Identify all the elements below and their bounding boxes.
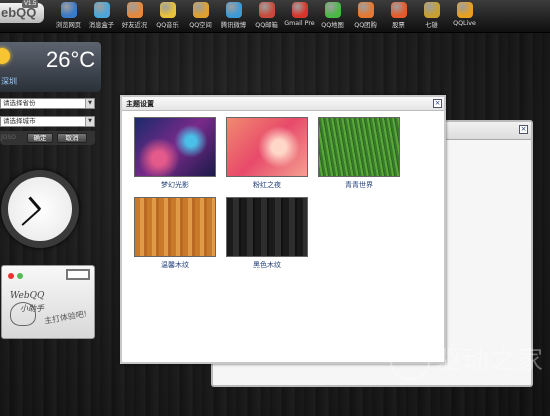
memo-text-slogan: 主打体验吧! (43, 309, 88, 326)
green-grass-thumbnail[interactable] (318, 117, 400, 177)
version-badge: V1.5 (22, 0, 39, 8)
close-icon[interactable]: × (519, 125, 528, 134)
temperature: 26°C (46, 47, 96, 72)
clock-widget (1, 170, 79, 248)
taskbar-app-label: QQ音乐 (156, 22, 179, 29)
taskbar-app-label: QQ团购 (354, 22, 377, 29)
chevron-down-icon[interactable]: ▼ (85, 117, 94, 126)
gmail-icon (291, 2, 308, 18)
theme-option-4[interactable]: 黑色木纹 (226, 197, 308, 270)
watermark-logo-icon (390, 344, 430, 380)
location-buttons: JOSO 确定 取消 (0, 131, 95, 145)
taskbar-app-7[interactable]: Gmail Pre (283, 0, 316, 33)
taskbar-app-11[interactable]: 七雄 (415, 0, 448, 33)
play-icon (456, 2, 473, 18)
taskbar-app-label: 浏览网页 (55, 22, 82, 29)
webqq-logo[interactable]: ebQQ V1.5 (0, 0, 44, 23)
music-icon (159, 2, 176, 18)
taskbar-app-label: QQ邮箱 (255, 22, 278, 29)
warm-wood-thumbnail[interactable] (134, 197, 216, 257)
memo-text-sub: 小助手 (20, 304, 44, 313)
taskbar-app-label: 七雄 (425, 22, 438, 29)
taskbar-app-0[interactable]: 浏览网页 (52, 0, 85, 33)
theme-label[interactable]: 黑色木纹 (226, 260, 308, 270)
dreamy-light-thumbnail[interactable] (134, 117, 216, 177)
minute-hand (21, 208, 41, 226)
theme-option-3[interactable]: 温馨木纹 (134, 197, 216, 270)
memo-text-title: WebQQ (10, 291, 45, 301)
taskbar-app-label: Gmail Pre (284, 20, 315, 27)
group-buy-icon (357, 2, 374, 18)
taskbar-app-12[interactable]: QQLive (448, 0, 481, 33)
cancel-button[interactable]: 取消 (57, 133, 87, 143)
app-launcher: 浏览网页 消息盒子 好友近况 QQ音乐 QQ空间 腾讯微博 QQ邮箱 Gmail Pre QQ地… (52, 0, 481, 33)
dialog-title[interactable]: 主题设置 (122, 97, 444, 111)
taskbar-app-1[interactable]: 消息盒子 (85, 0, 118, 33)
game-icon (423, 2, 440, 18)
star-icon (192, 2, 209, 18)
taskbar-app-2[interactable]: 好友近况 (118, 0, 151, 33)
taskbar-app-label: QQ地图 (321, 22, 344, 29)
weather-widget: 26°C 深圳 (0, 42, 101, 92)
theme-settings-dialog: 主题设置 × 梦幻光影 粉红之夜 青青世界温馨木纹 黑色木纹 (120, 95, 446, 364)
taskbar-app-5[interactable]: 腾讯微博 (217, 0, 250, 33)
confirm-button[interactable]: 确定 (27, 133, 53, 143)
taskbar-app-4[interactable]: QQ空间 (184, 0, 217, 33)
theme-option-0[interactable]: 梦幻光影 (134, 117, 216, 190)
taskbar-app-3[interactable]: QQ音乐 (151, 0, 184, 33)
weibo-icon (225, 2, 242, 18)
taskbar-app-label: QQLive (453, 20, 476, 27)
taskbar-app-label: QQ空间 (189, 22, 212, 29)
taskbar-app-label: 腾讯微博 (220, 22, 247, 29)
theme-option-2[interactable]: 青青世界 (318, 117, 400, 190)
clock-face (8, 177, 72, 241)
city-select-value: 请选择城市 (3, 117, 36, 125)
theme-label[interactable]: 青青世界 (318, 180, 400, 190)
taskbar-app-label: 股票 (392, 22, 405, 29)
close-icon[interactable]: × (433, 99, 442, 108)
add-dot-icon[interactable] (17, 273, 23, 279)
taskbar-app-8[interactable]: QQ地图 (316, 0, 349, 33)
theme-label[interactable]: 温馨木纹 (134, 260, 216, 270)
sun-cloud-icon (0, 48, 10, 64)
taskbar-app-label: 好友近况 (121, 22, 148, 29)
chevron-down-icon[interactable]: ▼ (85, 99, 94, 108)
black-wood-thumbnail[interactable] (226, 197, 308, 257)
map-icon (324, 2, 341, 18)
memo-widget: WebQQ 小助手 主打体验吧! (1, 265, 95, 339)
mail-icon (258, 2, 275, 18)
city-select[interactable]: 请选择城市 ▼ (0, 116, 95, 127)
faded-text: JOSO (1, 134, 17, 141)
tape-icon (66, 269, 90, 280)
theme-option-1[interactable]: 粉红之夜 (226, 117, 308, 190)
close-dot-icon[interactable] (8, 273, 14, 279)
taskbar: ebQQ V1.5 浏览网页 消息盒子 好友近况 QQ音乐 QQ空间 腾讯微博 QQ邮箱 Gm… (0, 0, 550, 33)
globe-icon (60, 2, 77, 18)
taskbar-app-label: 消息盒子 (88, 22, 115, 29)
province-select-value: 请选择省份 (3, 99, 36, 107)
pink-night-thumbnail[interactable] (226, 117, 308, 177)
watermark: 驱动之家 (390, 340, 544, 380)
province-select[interactable]: 请选择省份 ▼ (0, 98, 95, 109)
friends-icon (126, 2, 143, 18)
theme-label[interactable]: 梦幻光影 (134, 180, 216, 190)
taskbar-app-10[interactable]: 股票 (382, 0, 415, 33)
city-name: 深圳 (1, 77, 17, 86)
theme-label[interactable]: 粉红之夜 (226, 180, 308, 190)
chat-bubble-icon (93, 2, 110, 18)
stock-icon (390, 2, 407, 18)
taskbar-app-6[interactable]: QQ邮箱 (250, 0, 283, 33)
taskbar-app-9[interactable]: QQ团购 (349, 0, 382, 33)
